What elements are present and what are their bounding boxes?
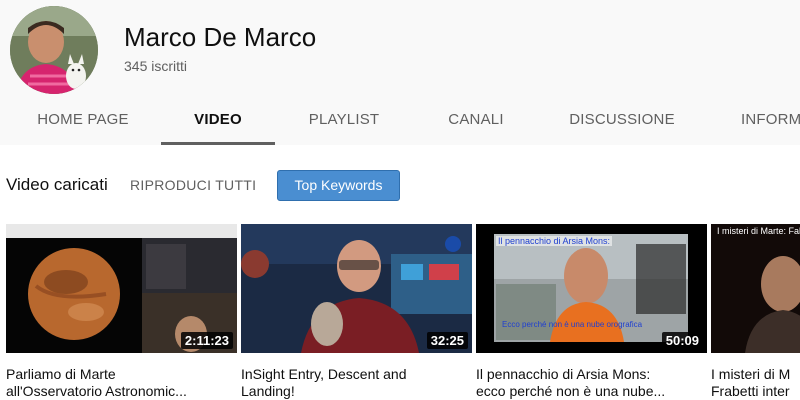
top-keywords-button[interactable]: Top Keywords bbox=[277, 170, 400, 201]
channel-avatar[interactable] bbox=[10, 6, 98, 94]
play-all-button[interactable]: RIPRODUCI TUTTI bbox=[130, 177, 256, 193]
video-thumbnail[interactable]: Il pennacchio di Arsia Mons: Ecco perché… bbox=[476, 224, 707, 353]
video-title[interactable]: InSight Entry, Descent and Landing! bbox=[241, 366, 472, 400]
video-title[interactable]: I misteri di M Frabetti inter bbox=[711, 366, 800, 400]
tab-informazioni[interactable]: INFORMAZIONI bbox=[741, 98, 800, 145]
video-duration: 2:11:23 bbox=[180, 332, 233, 349]
video-card[interactable]: 2:11:23 Parliamo di Marte all'Osservator… bbox=[6, 224, 237, 400]
video-thumbnail[interactable]: I misteri di Marte: Fab bbox=[711, 224, 800, 353]
video-duration: 50:09 bbox=[661, 332, 703, 349]
tab-label: HOME PAGE bbox=[37, 111, 129, 128]
channel-header: Marco De Marco 345 iscritti HOME PAGE VI… bbox=[0, 0, 800, 145]
video-thumbnail[interactable]: 32:25 bbox=[241, 224, 472, 353]
thumbnail-overlay-title: Il pennacchio di Arsia Mons: bbox=[496, 236, 613, 246]
tab-label: DISCUSSIONE bbox=[569, 111, 675, 128]
channel-tabs: HOME PAGE VIDEO PLAYLIST CANALI DISCUSSI… bbox=[0, 98, 800, 145]
video-thumbnail[interactable]: 2:11:23 bbox=[6, 224, 237, 353]
tab-label: PLAYLIST bbox=[308, 111, 380, 128]
uploads-section-header: Video caricati RIPRODUCI TUTTI Top Keywo… bbox=[0, 168, 800, 202]
video-card[interactable]: I misteri di Marte: Fab I misteri di M F… bbox=[711, 224, 800, 400]
tab-label: INFORMAZIONI bbox=[741, 111, 800, 128]
tab-discussione[interactable]: DISCUSSIONE bbox=[556, 98, 688, 145]
tab-canali[interactable]: CANALI bbox=[424, 98, 528, 145]
tab-home-page[interactable]: HOME PAGE bbox=[20, 98, 146, 145]
thumbnail-overlay-subtitle: Ecco perché non è una nube orografica bbox=[502, 320, 643, 329]
video-card[interactable]: Il pennacchio di Arsia Mons: Ecco perché… bbox=[476, 224, 707, 400]
active-tab-indicator bbox=[161, 142, 275, 145]
video-title[interactable]: Il pennacchio di Arsia Mons: ecco perché… bbox=[476, 366, 707, 400]
channel-name: Marco De Marco bbox=[124, 22, 317, 52]
subscriber-count: 345 iscritti bbox=[124, 58, 188, 74]
tab-label: VIDEO bbox=[194, 111, 242, 128]
section-title: Video caricati bbox=[6, 175, 108, 194]
thumbnail-overlay-title: I misteri di Marte: Fab bbox=[717, 226, 800, 236]
tab-playlist[interactable]: PLAYLIST bbox=[290, 98, 398, 145]
tab-video[interactable]: VIDEO bbox=[161, 98, 275, 145]
video-card[interactable]: 32:25 InSight Entry, Descent and Landing… bbox=[241, 224, 472, 400]
tab-label: CANALI bbox=[448, 111, 504, 128]
video-duration: 32:25 bbox=[426, 332, 468, 349]
video-title[interactable]: Parliamo di Marte all'Osservatorio Astro… bbox=[6, 366, 237, 400]
